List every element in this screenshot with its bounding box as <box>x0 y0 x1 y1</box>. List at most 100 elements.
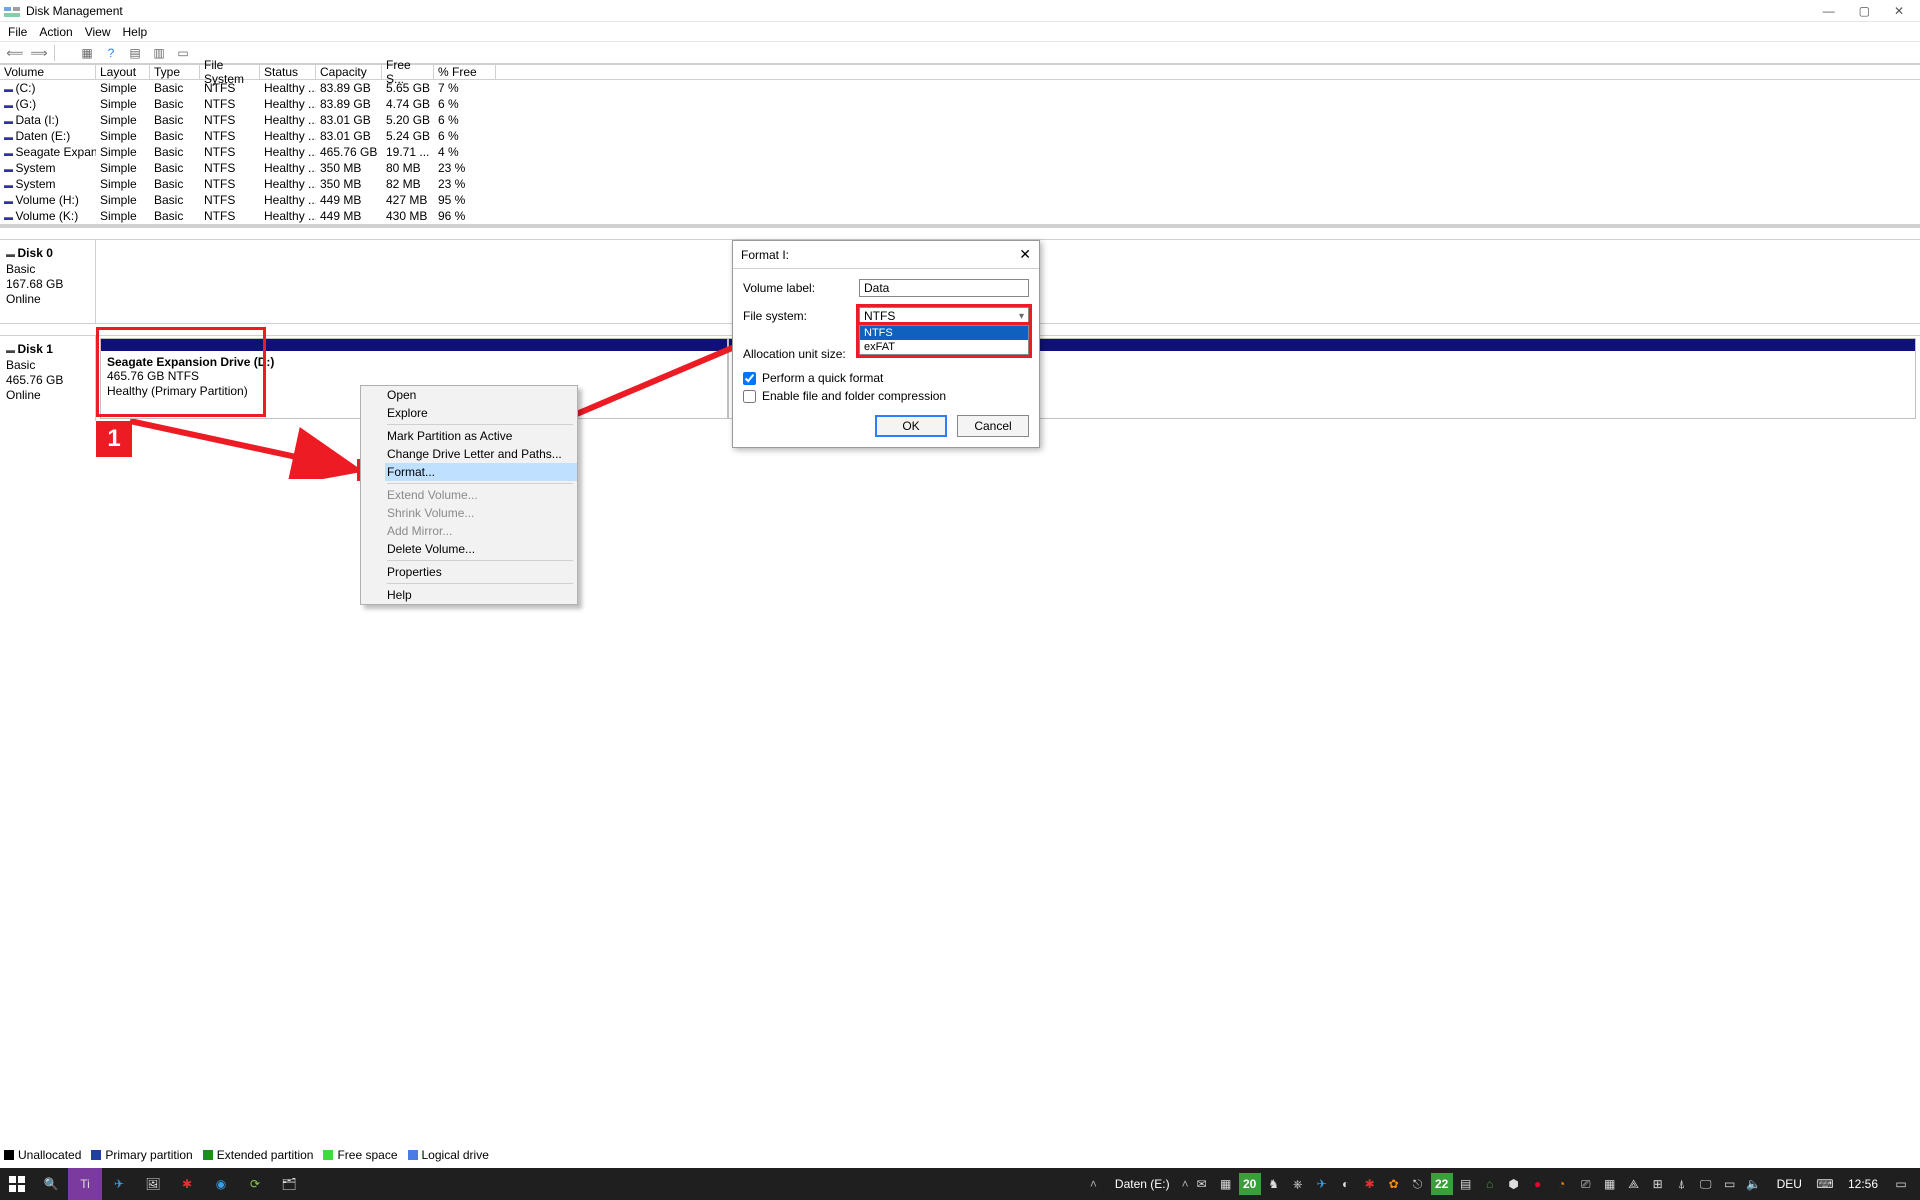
tray-app-11[interactable]: ◔ <box>1551 1173 1573 1195</box>
grid-icon[interactable]: ▭ <box>174 45 192 61</box>
col-status[interactable]: Status <box>260 65 316 79</box>
window-minimize-button[interactable]: — <box>1823 4 1835 18</box>
filesystem-combo[interactable]: NTFS ▾ NTFS exFAT <box>859 307 1029 325</box>
fs-option-ntfs[interactable]: NTFS <box>860 326 1028 340</box>
window-close-button[interactable]: ✕ <box>1894 4 1904 18</box>
cm-help[interactable]: Help <box>361 586 577 604</box>
cancel-button[interactable]: Cancel <box>957 415 1029 437</box>
tray-app-7[interactable]: ⎋ <box>1407 1173 1429 1195</box>
tray-language[interactable]: DEU <box>1767 1177 1812 1191</box>
cm-explore[interactable]: Explore <box>361 404 577 422</box>
properties-icon[interactable]: ▤ <box>126 45 144 61</box>
tray-mail-icon[interactable]: ✉ <box>1191 1173 1213 1195</box>
taskbar-app-telegram[interactable]: ✈ <box>102 1168 136 1200</box>
volume-row[interactable]: SystemSimpleBasicNTFSHealthy ...350 MB82… <box>0 176 1920 192</box>
volume-row[interactable]: (G:)SimpleBasicNTFSHealthy ...83.89 GB4.… <box>0 96 1920 112</box>
back-icon[interactable]: ⟸ <box>6 45 24 61</box>
taskbar-app-explorer[interactable]: 🗂 <box>272 1168 306 1200</box>
menu-action[interactable]: Action <box>39 25 72 39</box>
volume-cell-type: Basic <box>150 129 200 143</box>
window-title: Disk Management <box>26 4 123 18</box>
tray-app-10[interactable]: ● <box>1527 1173 1549 1195</box>
refresh-icon[interactable]: ▦ <box>78 45 96 61</box>
tray-telegram-icon[interactable]: ✈ <box>1311 1173 1333 1195</box>
tray-app-3[interactable]: ⎈ <box>1287 1173 1309 1195</box>
volume-label-input[interactable] <box>859 279 1029 297</box>
toolbar: ⟸ ⟹ ▦ ? ▤ ▥ ▭ <box>0 42 1920 64</box>
forward-icon[interactable]: ⟹ <box>30 45 48 61</box>
col-percent-free[interactable]: % Free <box>434 65 496 79</box>
step-badge-1: 1 <box>96 421 132 457</box>
taskbar-app-photos[interactable]: 🖼 <box>136 1168 170 1200</box>
tray-home-icon[interactable]: ⌂ <box>1479 1173 1501 1195</box>
taskbar-app-edge[interactable]: ◉ <box>204 1168 238 1200</box>
tray-expand-icon[interactable]: ˄ <box>1182 1177 1189 1191</box>
start-button[interactable] <box>0 1168 34 1200</box>
tray-app-2[interactable]: ♞ <box>1263 1173 1285 1195</box>
tray-clock[interactable]: 12:56 <box>1838 1177 1888 1191</box>
tray-app-14[interactable]: ⟁ <box>1623 1173 1645 1195</box>
col-type[interactable]: Type <box>150 65 200 79</box>
cm-change-letter[interactable]: Change Drive Letter and Paths... <box>361 445 577 463</box>
volume-row[interactable]: Data (I:)SimpleBasicNTFSHealthy ...83.01… <box>0 112 1920 128</box>
tray-badge-20[interactable]: 20 <box>1239 1173 1261 1195</box>
volume-row[interactable]: Daten (E:)SimpleBasicNTFSHealthy ...83.0… <box>0 128 1920 144</box>
compression-checkbox[interactable] <box>743 390 756 403</box>
search-icon[interactable]: 🔍 <box>34 1168 68 1200</box>
tray-notifications-icon[interactable]: ▭ <box>1890 1173 1912 1195</box>
cm-format[interactable]: Format... <box>361 463 577 481</box>
help-icon[interactable]: ? <box>102 45 120 61</box>
volume-row[interactable]: Volume (K:)SimpleBasicNTFSHealthy ...449… <box>0 208 1920 224</box>
col-filesystem[interactable]: File System <box>200 65 260 79</box>
tray-app-6[interactable]: ✿ <box>1383 1173 1405 1195</box>
cm-delete[interactable]: Delete Volume... <box>361 540 577 558</box>
cm-properties[interactable]: Properties <box>361 563 577 581</box>
volume-cell-free: 82 MB <box>382 177 434 191</box>
taskbar-app-6[interactable]: ⟳ <box>238 1168 272 1200</box>
disk-1-type: Basic <box>6 358 89 373</box>
menu-file[interactable]: File <box>8 25 27 39</box>
tray-battery-icon[interactable]: ▭ <box>1719 1173 1741 1195</box>
tray-app-13[interactable]: ▦ <box>1599 1173 1621 1195</box>
tray-app-1[interactable]: ▦ <box>1215 1173 1237 1195</box>
cm-mark-active[interactable]: Mark Partition as Active <box>361 427 577 445</box>
cm-shrink: Shrink Volume... <box>361 504 577 522</box>
tray-app-16[interactable]: ⍋ <box>1671 1173 1693 1195</box>
tray-keyboard-icon[interactable]: ⌨ <box>1814 1173 1836 1195</box>
volume-cell-capacity: 350 MB <box>316 177 382 191</box>
tray-app-4[interactable]: ◐ <box>1335 1173 1357 1195</box>
tray-badge-22[interactable]: 22 <box>1431 1173 1453 1195</box>
fs-option-exfat[interactable]: exFAT <box>860 340 1028 354</box>
volume-cell-volume: System <box>0 161 96 175</box>
taskbar-volume-label[interactable]: Daten (E:) <box>1105 1177 1180 1191</box>
taskbar-app-4[interactable]: ✱ <box>170 1168 204 1200</box>
ok-button[interactable]: OK <box>875 415 947 437</box>
col-layout[interactable]: Layout <box>96 65 150 79</box>
menu-help[interactable]: Help <box>123 25 148 39</box>
menu-view[interactable]: View <box>85 25 111 39</box>
taskbar-app-1[interactable]: Ti <box>68 1168 102 1200</box>
window-maximize-button[interactable]: ▢ <box>1859 4 1870 18</box>
col-volume[interactable]: Volume <box>0 65 96 79</box>
volume-row[interactable]: SystemSimpleBasicNTFSHealthy ...350 MB80… <box>0 160 1920 176</box>
dialog-close-button[interactable]: ✕ <box>1019 246 1031 263</box>
tray-app-8[interactable]: ▤ <box>1455 1173 1477 1195</box>
legend-free: Free space <box>337 1148 397 1162</box>
volume-row[interactable]: Seagate Expan..SimpleBasicNTFSHealthy ..… <box>0 144 1920 160</box>
col-capacity[interactable]: Capacity <box>316 65 382 79</box>
tray-volume-icon[interactable]: 🔈 <box>1743 1173 1765 1195</box>
cm-open[interactable]: Open <box>361 386 577 404</box>
tray-app-9[interactable]: ⬢ <box>1503 1173 1525 1195</box>
tray-app-15[interactable]: ⊞ <box>1647 1173 1669 1195</box>
volume-cell-capacity: 449 MB <box>316 209 382 223</box>
tray-app-5[interactable]: ✱ <box>1359 1173 1381 1195</box>
tray-app-12[interactable]: ⎚ <box>1575 1173 1597 1195</box>
quick-format-checkbox[interactable] <box>743 372 756 385</box>
col-free[interactable]: Free S... <box>382 65 434 79</box>
list-icon[interactable]: ▥ <box>150 45 168 61</box>
window-title-bar: Disk Management — ▢ ✕ <box>0 0 1920 22</box>
tray-chevron-up-icon[interactable]: ˄ <box>1090 1177 1103 1191</box>
volume-row[interactable]: Volume (H:)SimpleBasicNTFSHealthy ...449… <box>0 192 1920 208</box>
volume-row[interactable]: (C:)SimpleBasicNTFSHealthy ...83.89 GB5.… <box>0 80 1920 96</box>
tray-display-icon[interactable]: 🖵 <box>1695 1173 1717 1195</box>
